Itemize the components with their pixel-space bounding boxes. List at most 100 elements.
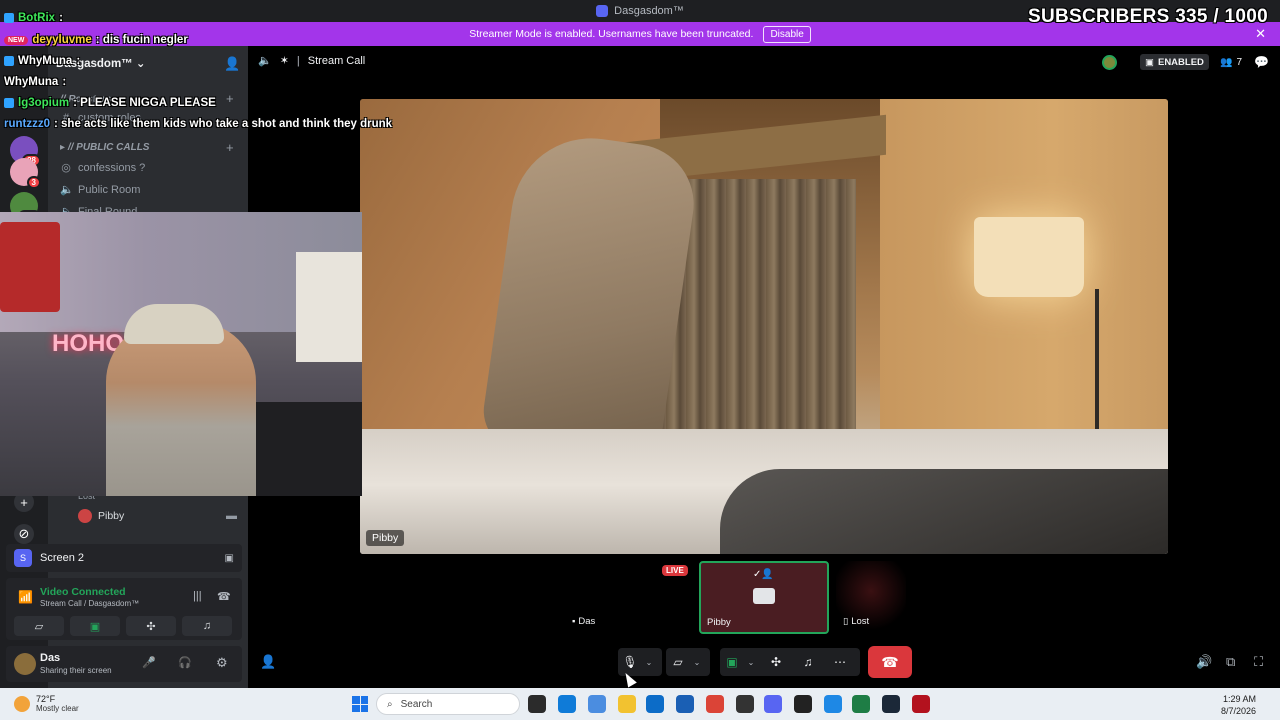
connection-status[interactable]: Video Connected (40, 586, 126, 598)
popout-icon[interactable]: ⧉ (1226, 654, 1235, 670)
call-header: 🔈 ✶ | Stream Call (258, 54, 366, 68)
screen-share-icon: ▣ (89, 620, 101, 633)
start-button[interactable] (352, 696, 368, 712)
webcam-poster (296, 252, 362, 362)
screen-icon: ▪ (572, 616, 576, 627)
avatar[interactable] (1102, 55, 1117, 70)
phone-icon: ▯ (843, 616, 849, 627)
video-lamp (974, 217, 1084, 297)
outlook-icon[interactable] (646, 695, 664, 713)
chat-message: NEW deyyluvme: dis fucin negler (4, 34, 188, 46)
banner-text: Streamer Mode is enabled. Usernames have… (469, 28, 754, 40)
member-count[interactable]: 👥 7 (1220, 54, 1242, 70)
speaker-icon: 🔈 (258, 55, 272, 67)
username[interactable]: Das (40, 652, 60, 664)
share-control-group: ▣ ⌄ ✣ ♫ ⋯ (720, 648, 860, 676)
invite-icon[interactable]: 👤 (224, 56, 240, 72)
system-clock[interactable]: 1:29 AM 8/7/2026 (1221, 693, 1256, 717)
search-placeholder: Search (400, 698, 433, 710)
volume-icon[interactable]: 🔊 (1196, 654, 1212, 670)
category-public-calls[interactable]: ▸ // PUBLIC CALLS (60, 142, 149, 153)
gear-icon[interactable]: ⚙ (216, 655, 228, 671)
connection-channel[interactable]: Stream Call / Dasgasdom™ (40, 599, 139, 608)
camera-icon: ▬ (226, 510, 237, 522)
weather-widget[interactable]: 72°F Mostly clear (14, 694, 79, 714)
screen-share-panel[interactable]: S Screen 2 ▣ (6, 544, 242, 572)
participant-tile-das[interactable]: ▪ Das (572, 616, 595, 627)
add-channel-icon[interactable]: + (226, 91, 234, 106)
signal-icon[interactable]: 📶 (18, 590, 33, 604)
weather-temp: 72°F (36, 694, 56, 704)
screen-share-button[interactable]: ▣ (70, 616, 120, 636)
stage-icon: ◎ (61, 162, 71, 174)
chat-message: WhyMuna: (4, 55, 80, 67)
excel-icon[interactable] (852, 695, 870, 713)
new-badge: NEW (4, 35, 29, 45)
activities-button[interactable]: ✣ (126, 616, 176, 636)
call-channel-name: Stream Call (307, 54, 366, 67)
camera-off-icon[interactable]: ▱ (666, 650, 690, 674)
channel-public-room[interactable]: 🔈 Public Room (60, 183, 140, 197)
disable-streamer-mode-button[interactable]: Disable (763, 25, 811, 43)
edge-icon[interactable] (558, 695, 576, 713)
fullscreen-icon[interactable]: ⛶ (1254, 654, 1263, 670)
chrome-icon[interactable] (824, 695, 842, 713)
subscribers-overlay: SUBSCRIBERS 335 / 1000 (1028, 6, 1268, 27)
mic-control-group: 🎙 ⌄ (618, 648, 662, 676)
headphones-icon[interactable]: 🎧 (178, 656, 192, 669)
avatar (78, 509, 92, 523)
screen-share-icon[interactable]: ▣ (720, 650, 744, 674)
disconnect-button[interactable]: ☎ (868, 646, 912, 678)
microphone-muted-icon[interactable]: 🎤 (142, 656, 156, 669)
camera-icon (753, 588, 775, 604)
participant-tile-pibby[interactable]: ✓👤 Pibby (699, 561, 829, 634)
voice-user-pibby[interactable]: Pibby (78, 509, 124, 523)
participant-label-lost[interactable]: ▯ Lost (843, 616, 869, 627)
chevron-down-icon[interactable]: ⌄ (744, 658, 758, 667)
soundboard-button[interactable]: ♫ (182, 616, 232, 636)
discover-icon[interactable]: ⊘ (14, 524, 34, 544)
chat-icon[interactable]: 💬 (1254, 54, 1269, 70)
soundboard-icon[interactable]: ♫ (796, 650, 820, 674)
camera-off-icon: ▱ (34, 620, 44, 633)
window-title: Dasgasdom™ (614, 5, 684, 17)
close-icon[interactable]: ✕ (1255, 26, 1266, 42)
windows-taskbar: 72°F Mostly clear ⌕ Search 1:29 AM 8/7/2… (0, 688, 1280, 720)
invite-to-call-icon[interactable]: 👤 (260, 654, 276, 670)
file-explorer-icon[interactable] (618, 695, 636, 713)
popout-icon[interactable]: ▣ (225, 553, 234, 564)
activities-icon[interactable]: ✣ (764, 650, 788, 674)
badge-icon (4, 56, 14, 66)
channel-confessions[interactable]: ◎ confessions ? (60, 161, 145, 175)
server-icon[interactable]: 3 (10, 158, 41, 189)
avatar[interactable] (14, 653, 36, 675)
app-icon[interactable] (736, 695, 754, 713)
webcam-sweater (0, 222, 60, 312)
hang-up-icon: ☎ (881, 653, 899, 670)
avatar: S (14, 549, 32, 567)
enabled-badge[interactable]: ▣ ENABLED (1140, 54, 1209, 70)
noise-suppression-icon[interactable]: ||| (193, 590, 202, 602)
chevron-down-icon[interactable]: ⌄ (642, 658, 656, 667)
speaker-icon: 🔈 (60, 184, 74, 196)
user-panel: Das Sharing their screen 🎤 🎧 ⚙ (6, 646, 242, 682)
stream-owner-label: Pibby (366, 530, 405, 546)
camera-off-button[interactable]: ▱ (14, 616, 64, 636)
copilot-icon[interactable] (588, 695, 606, 713)
add-channel-icon[interactable]: + (226, 140, 234, 155)
chrome-icon[interactable] (706, 695, 724, 713)
more-icon[interactable]: ⋯ (828, 650, 852, 674)
members-icon: 👥 (1220, 56, 1233, 68)
main-video-stream[interactable]: Pibby (360, 99, 1168, 554)
badge-icon (4, 13, 14, 23)
steam-icon[interactable] (882, 695, 900, 713)
store-icon[interactable] (676, 695, 694, 713)
chevron-down-icon[interactable]: ⌄ (690, 658, 704, 667)
app-icon[interactable] (912, 695, 930, 713)
task-view-icon[interactable] (528, 695, 546, 713)
discord-icon[interactable] (764, 695, 782, 713)
search-icon: ⌕ (387, 698, 393, 710)
disconnect-icon[interactable]: ☎ (217, 590, 231, 603)
taskbar-search[interactable]: ⌕ Search (376, 693, 520, 715)
terminal-icon[interactable] (794, 695, 812, 713)
